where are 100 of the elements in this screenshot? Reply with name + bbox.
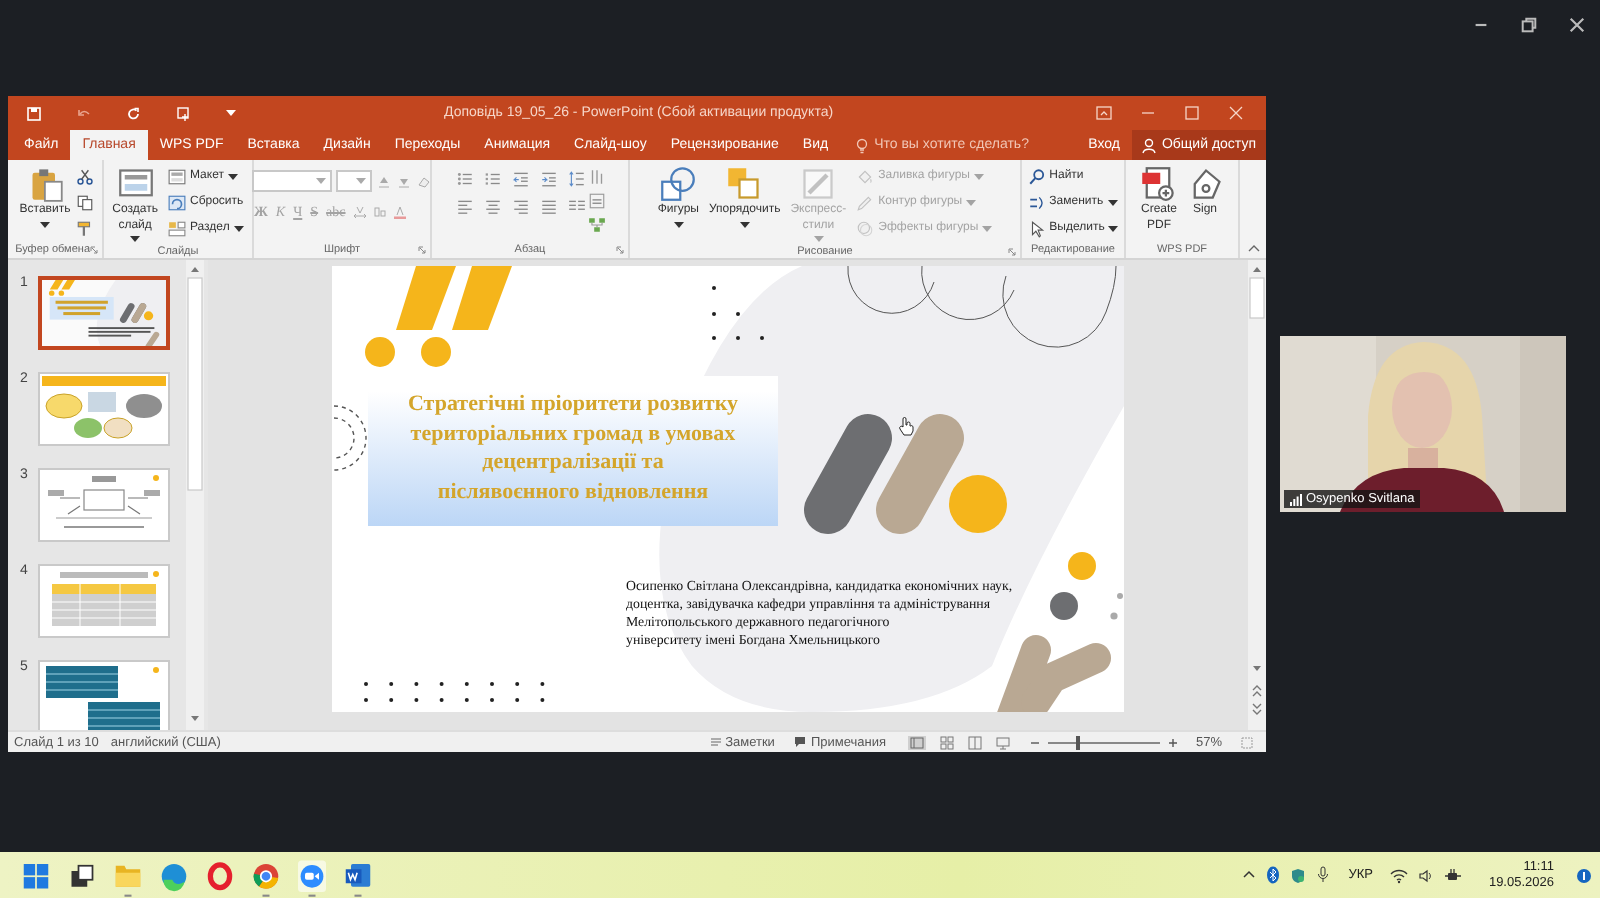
slider-thumb[interactable] — [1076, 735, 1081, 749]
stacked-squares-icon — [726, 166, 763, 202]
paint-bucket-icon — [856, 167, 875, 185]
caret-icon — [356, 178, 366, 184]
reading-view-icon[interactable] — [967, 735, 982, 749]
caret-icon — [982, 225, 993, 231]
section-icon — [167, 219, 186, 237]
circle-dots-drawing — [1050, 552, 1123, 620]
caret-icon — [673, 221, 684, 227]
volume-icon[interactable] — [1418, 867, 1435, 883]
scrollbar[interactable] — [186, 260, 204, 730]
zoom-in-icon[interactable] — [1167, 737, 1178, 747]
smartart-icon[interactable] — [587, 216, 605, 234]
normal-view-icon[interactable] — [907, 735, 926, 749]
clear-formatting-icon[interactable] — [416, 173, 432, 189]
caret-icon — [973, 173, 984, 179]
bullet-list-icon[interactable] — [455, 170, 473, 188]
caret-icon — [739, 221, 750, 227]
text-direction-icon[interactable] — [587, 168, 605, 186]
microphone-icon[interactable] — [1316, 866, 1331, 884]
caret-icon — [316, 178, 326, 184]
decrease-indent-icon[interactable] — [511, 170, 529, 188]
word-icon[interactable] — [344, 858, 372, 898]
align-right-icon[interactable] — [511, 198, 529, 216]
pencil-icon — [856, 193, 875, 211]
slide-thumbnail[interactable] — [38, 276, 170, 350]
search-icon — [1027, 167, 1046, 185]
brush-icon — [800, 166, 837, 202]
font-size-field[interactable] — [336, 170, 372, 192]
comment-icon — [794, 736, 807, 748]
align-text-icon[interactable] — [587, 192, 605, 210]
new-slide-icon — [117, 166, 154, 202]
notes-icon — [709, 736, 722, 748]
collapse-ribbon-icon[interactable] — [1248, 244, 1260, 252]
chevron-up-icon[interactable] — [1242, 868, 1257, 882]
caret-icon — [40, 221, 50, 227]
pdf-icon — [1140, 166, 1177, 202]
person-icon — [1141, 137, 1156, 153]
caret-icon — [966, 199, 977, 205]
wifi-icon[interactable] — [1390, 867, 1409, 883]
shapes-icon — [660, 166, 697, 202]
reset-icon — [167, 193, 186, 211]
slide-thumbnail[interactable] — [38, 468, 170, 542]
increase-indent-icon[interactable] — [539, 170, 557, 188]
chrome-icon[interactable] — [252, 858, 280, 898]
replace-icon — [1027, 193, 1046, 211]
zoom-out-icon[interactable] — [1029, 737, 1040, 747]
effects-icon — [856, 219, 875, 237]
slide-sorter-icon[interactable] — [939, 735, 954, 749]
dialog-launcher-icon[interactable] — [418, 245, 426, 253]
notification-icon[interactable] — [1576, 867, 1592, 883]
dot-grid-drawing — [712, 286, 764, 340]
plug-icon[interactable] — [1444, 867, 1463, 883]
hand-cursor-icon — [898, 416, 914, 436]
dialog-launcher-icon[interactable] — [1008, 247, 1016, 255]
undo-icon[interactable] — [76, 105, 92, 121]
dialog-launcher-icon[interactable] — [616, 245, 624, 253]
change-case-icon[interactable] — [371, 204, 388, 220]
clipboard-icon — [27, 166, 63, 202]
shrink-font-icon[interactable] — [396, 173, 412, 189]
video-call-icon[interactable] — [298, 858, 326, 898]
slide-title: Стратегічні пріоритети розвитку територіальних громад в умовах децентралізації та післявоєнного відновлення — [408, 390, 738, 507]
caret-icon — [813, 236, 824, 242]
shield-icon[interactable] — [1290, 867, 1307, 883]
line-spacing-icon[interactable] — [567, 170, 585, 188]
grow-font-icon[interactable] — [376, 173, 392, 189]
save-icon[interactable] — [26, 105, 42, 121]
ribbon-options-icon[interactable] — [1096, 106, 1112, 120]
dialog-launcher-icon[interactable] — [90, 245, 98, 253]
slideshow-icon[interactable] — [995, 735, 1010, 749]
caret-icon — [233, 225, 244, 231]
font-color-icon[interactable] — [391, 204, 408, 220]
dashed-arc-drawing — [333, 405, 367, 471]
cursor-icon — [1027, 219, 1046, 237]
caret-icon — [227, 173, 238, 179]
close-icon[interactable] — [1568, 16, 1586, 34]
numbered-list-icon[interactable] — [483, 170, 501, 188]
slide-thumbnail[interactable] — [38, 372, 170, 446]
touch-mode-icon[interactable] — [176, 105, 192, 121]
align-center-icon[interactable] — [483, 198, 501, 216]
caret-icon — [226, 110, 236, 116]
slide-thumbnail[interactable] — [38, 660, 170, 730]
justify-icon[interactable] — [539, 198, 557, 216]
font-name-field[interactable] — [252, 170, 332, 192]
slide-thumbnail[interactable] — [38, 564, 170, 638]
maximize-icon[interactable] — [1184, 106, 1200, 120]
caret-icon — [1108, 225, 1119, 231]
copy-icon[interactable] — [76, 194, 95, 212]
pill-shapes-drawing — [993, 635, 1111, 712]
bluetooth-icon[interactable] — [1266, 866, 1281, 884]
align-left-icon[interactable] — [455, 198, 473, 216]
redo-icon[interactable] — [126, 105, 142, 121]
character-spacing-icon[interactable] — [351, 204, 368, 220]
format-painter-icon[interactable] — [76, 220, 95, 238]
signal-icon — [1290, 493, 1302, 505]
layout-icon — [167, 167, 186, 185]
columns-icon[interactable] — [567, 198, 585, 216]
scissors-icon[interactable] — [76, 168, 95, 186]
restore-icon[interactable] — [1520, 16, 1538, 34]
lightbulb-icon — [856, 137, 869, 153]
